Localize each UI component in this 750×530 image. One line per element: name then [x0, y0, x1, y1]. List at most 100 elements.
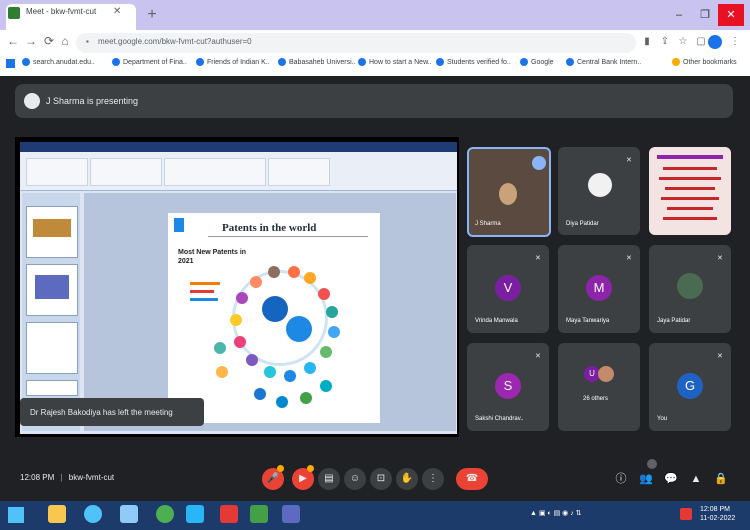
participant-name: Maya Tanwariya [566, 318, 610, 324]
mic-warning-icon [277, 465, 284, 472]
participant-avatar: V [495, 275, 521, 301]
menu-icon[interactable]: ⋮ [728, 35, 742, 49]
mic-off-icon: ✕ [717, 255, 723, 262]
bookmark-item[interactable]: Friends of Indian K.. [196, 58, 270, 66]
people-count-badge [647, 459, 657, 469]
bookmark-item[interactable]: search.anudat.edu.. [22, 58, 95, 66]
meet-favicon-icon [8, 7, 20, 19]
people-icon[interactable]: 👥 [639, 472, 653, 486]
minimize-button[interactable]: – [666, 4, 692, 26]
emoji-button[interactable]: ☺ [344, 468, 366, 490]
chrome-icon[interactable] [156, 505, 174, 523]
speaking-indicator-icon [532, 156, 546, 170]
tray-icons[interactable]: ▲ ▣ ◐ ▤ ◉ ♪ ⇅ [530, 509, 582, 517]
meeting-code: bkw-fvmt-cut [68, 473, 115, 482]
bookmark-item[interactable]: Department of Fina.. [112, 58, 187, 66]
presenter-avatar [24, 93, 40, 109]
participant-name: Diya Patidar [566, 221, 599, 227]
presenting-text: J Sharma is presenting [46, 96, 139, 106]
slide-title: Patents in the world [222, 222, 317, 234]
infographic-bubble [300, 392, 312, 404]
mic-off-icon: ✕ [535, 255, 541, 262]
internet-explorer-icon[interactable] [84, 505, 102, 523]
infographic-bubble [288, 266, 300, 278]
forward-button[interactable]: → [24, 34, 38, 48]
ribbon-group [90, 158, 162, 186]
excel-icon[interactable] [250, 505, 268, 523]
infographic-bubble [264, 366, 276, 378]
extensions-icon[interactable]: ▢ [694, 35, 708, 49]
share-icon[interactable]: ⇪ [658, 35, 672, 49]
bookmark-star-icon[interactable]: ☆ [676, 35, 690, 49]
legend-bar [190, 298, 218, 301]
other-bookmarks[interactable]: Other bookmarks [672, 58, 737, 66]
infographic-bubble [304, 362, 316, 374]
infographic-bubble [216, 366, 228, 378]
file-explorer-icon[interactable] [48, 505, 66, 523]
windows-taskbar [0, 501, 750, 530]
leave-call-button[interactable]: ☎ [456, 468, 488, 490]
others-count: 26 others [583, 396, 609, 402]
app-icon[interactable] [282, 505, 300, 523]
participant-name: J Sharma [475, 221, 501, 227]
new-tab-button[interactable]: + [142, 5, 162, 25]
profile-avatar[interactable] [708, 35, 722, 49]
infographic-bubble [234, 336, 246, 348]
ribbon-group [164, 158, 266, 186]
tab-title: Meet - bkw-fvmt-cut [26, 7, 97, 16]
camera-permission-icon[interactable]: ▮ [640, 35, 654, 49]
participant-tile[interactable] [649, 147, 731, 235]
infographic-bubble [250, 276, 262, 288]
infographic-bubble [268, 266, 280, 278]
bookmark-item[interactable]: How to start a New.. [358, 58, 432, 66]
host-controls-icon[interactable]: 🔒 [714, 472, 728, 486]
reload-button[interactable]: ⟳ [42, 34, 56, 48]
tray-notification-icon[interactable] [680, 508, 692, 520]
infographic-bubble [230, 314, 242, 326]
infographic-bubble [304, 272, 316, 284]
participant-name: You [657, 416, 668, 422]
app-icon[interactable] [186, 505, 204, 523]
infographic-bubble [254, 388, 266, 400]
legend-bar [190, 290, 214, 293]
others-tile[interactable] [558, 343, 640, 431]
infographic-bubble [276, 396, 288, 408]
raise-hand-button[interactable]: ✋ [396, 468, 418, 490]
bookmark-item[interactable]: Students verified fo.. [436, 58, 511, 66]
taskbar-clock[interactable]: 12:08 PM 11-02-2022 [700, 505, 735, 523]
participant-avatar-photo [598, 366, 614, 382]
mic-off-icon: ✕ [626, 157, 632, 164]
bookmark-item[interactable]: Babasaheb Universi.. [278, 58, 356, 66]
participant-name: Jaya Patidar [657, 318, 691, 324]
bookmark-item[interactable]: Central Bank Intern.. [566, 58, 641, 66]
maximize-button[interactable]: ❐ [692, 4, 718, 26]
toast-text: Dr Rajesh Bakodiya has left the meeting [30, 408, 173, 417]
back-button[interactable]: ← [6, 34, 20, 48]
infographic-bubble [320, 346, 332, 358]
infographic-bubble [318, 288, 330, 300]
activities-icon[interactable]: ▲ [689, 472, 703, 486]
mic-off-icon: ✕ [626, 255, 632, 262]
infographic-bubble [214, 342, 226, 354]
ribbon-group [268, 158, 330, 186]
participant-name: Vrinda Manwala [475, 318, 518, 324]
slide-thumbnail [26, 264, 78, 316]
info-icon[interactable]: ⓘ [614, 472, 628, 486]
lock-icon[interactable]: ▪ [86, 37, 89, 46]
home-button[interactable]: ⌂ [58, 34, 72, 48]
bookmark-item[interactable]: Google [520, 58, 554, 66]
app-icon[interactable] [220, 505, 238, 523]
url-text[interactable]: meet.google.com/bkw-fvmt-cut?authuser=0 [98, 37, 252, 46]
chat-icon[interactable]: 💬 [664, 472, 678, 486]
app-icon[interactable] [120, 505, 138, 523]
participant-avatar: G [677, 373, 703, 399]
windows-start-icon[interactable] [8, 507, 24, 523]
captions-button[interactable]: ▤ [318, 468, 340, 490]
infographic-core [262, 296, 288, 322]
close-window-button[interactable]: ✕ [718, 4, 744, 26]
present-button[interactable]: ⊡ [370, 468, 392, 490]
slide-divider [208, 236, 368, 237]
more-options-button[interactable]: ⋮ [422, 468, 444, 490]
tab-close-icon[interactable]: ✕ [113, 6, 121, 17]
apps-icon[interactable] [6, 59, 15, 68]
